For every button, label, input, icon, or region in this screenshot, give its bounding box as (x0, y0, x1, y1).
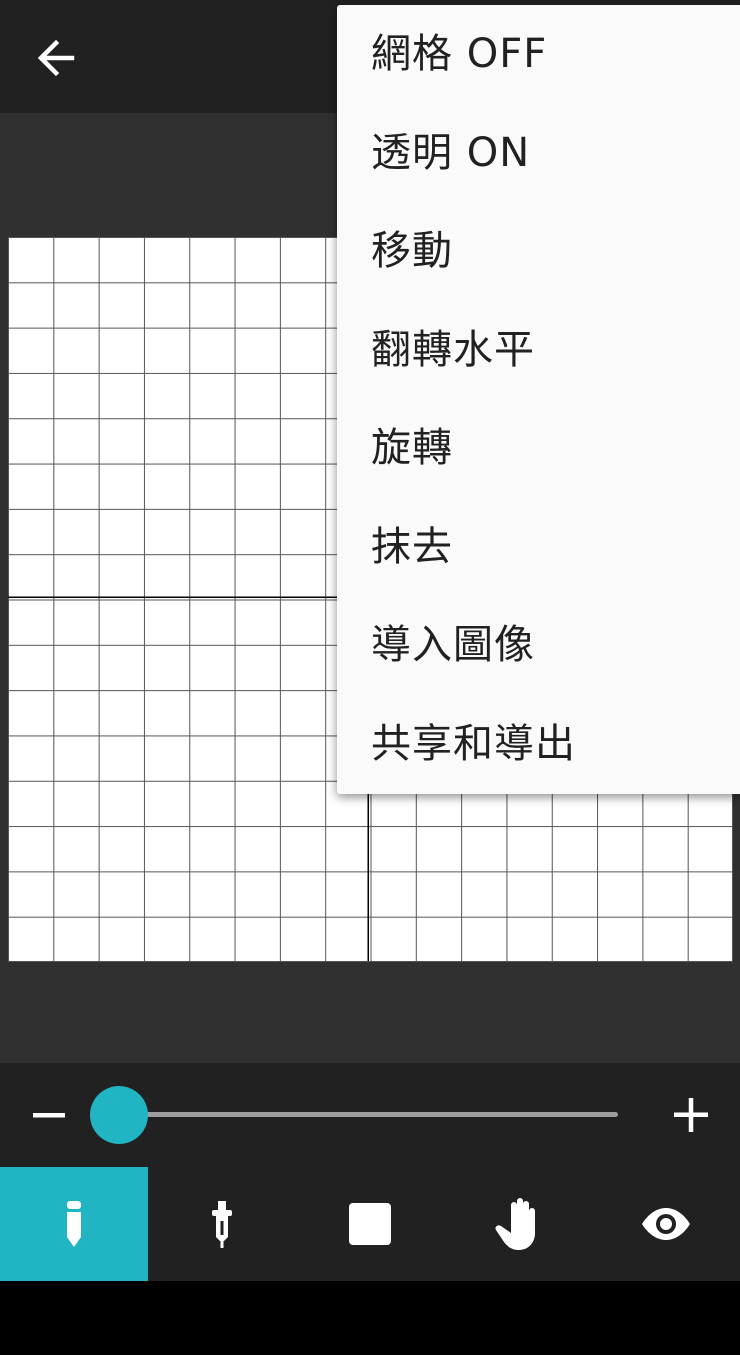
menu-item-erase[interactable]: 抹去 (337, 498, 740, 597)
plus-icon (674, 1098, 708, 1132)
eyedropper-icon (212, 1201, 232, 1248)
system-navigation-bar (0, 1281, 740, 1355)
menu-item-transparency-toggle[interactable]: 透明 ON (337, 104, 740, 203)
menu-item-rotate[interactable]: 旋轉 (337, 399, 740, 498)
color-square-icon (349, 1203, 391, 1245)
eyedropper-tool-button[interactable] (148, 1167, 296, 1281)
decrease-size-button[interactable] (28, 1094, 70, 1136)
back-button[interactable] (30, 32, 82, 84)
menu-item-import-image[interactable]: 導入圖像 (337, 596, 740, 695)
increase-size-button[interactable] (668, 1092, 714, 1138)
arrow-left-icon (37, 39, 75, 77)
size-slider-thumb[interactable] (90, 1086, 148, 1144)
pencil-tool-button[interactable] (0, 1167, 148, 1281)
color-tool-button[interactable] (296, 1167, 444, 1281)
hand-icon (495, 1198, 535, 1250)
minus-icon (33, 1113, 65, 1118)
pencil-icon (67, 1201, 81, 1247)
tool-bar (0, 1167, 740, 1281)
pan-tool-button[interactable] (444, 1167, 592, 1281)
eye-icon (642, 1208, 690, 1240)
size-slider-track[interactable] (118, 1112, 618, 1117)
menu-item-move[interactable]: 移動 (337, 202, 740, 301)
overflow-menu: 網格 OFF 透明 ON 移動 翻轉水平 旋轉 抹去 導入圖像 共享和導出 (337, 5, 740, 794)
menu-item-flip-horizontal[interactable]: 翻轉水平 (337, 301, 740, 400)
menu-item-grid-toggle[interactable]: 網格 OFF (337, 5, 740, 104)
menu-item-share-export[interactable]: 共享和導出 (337, 695, 740, 794)
preview-tool-button[interactable] (592, 1167, 740, 1281)
